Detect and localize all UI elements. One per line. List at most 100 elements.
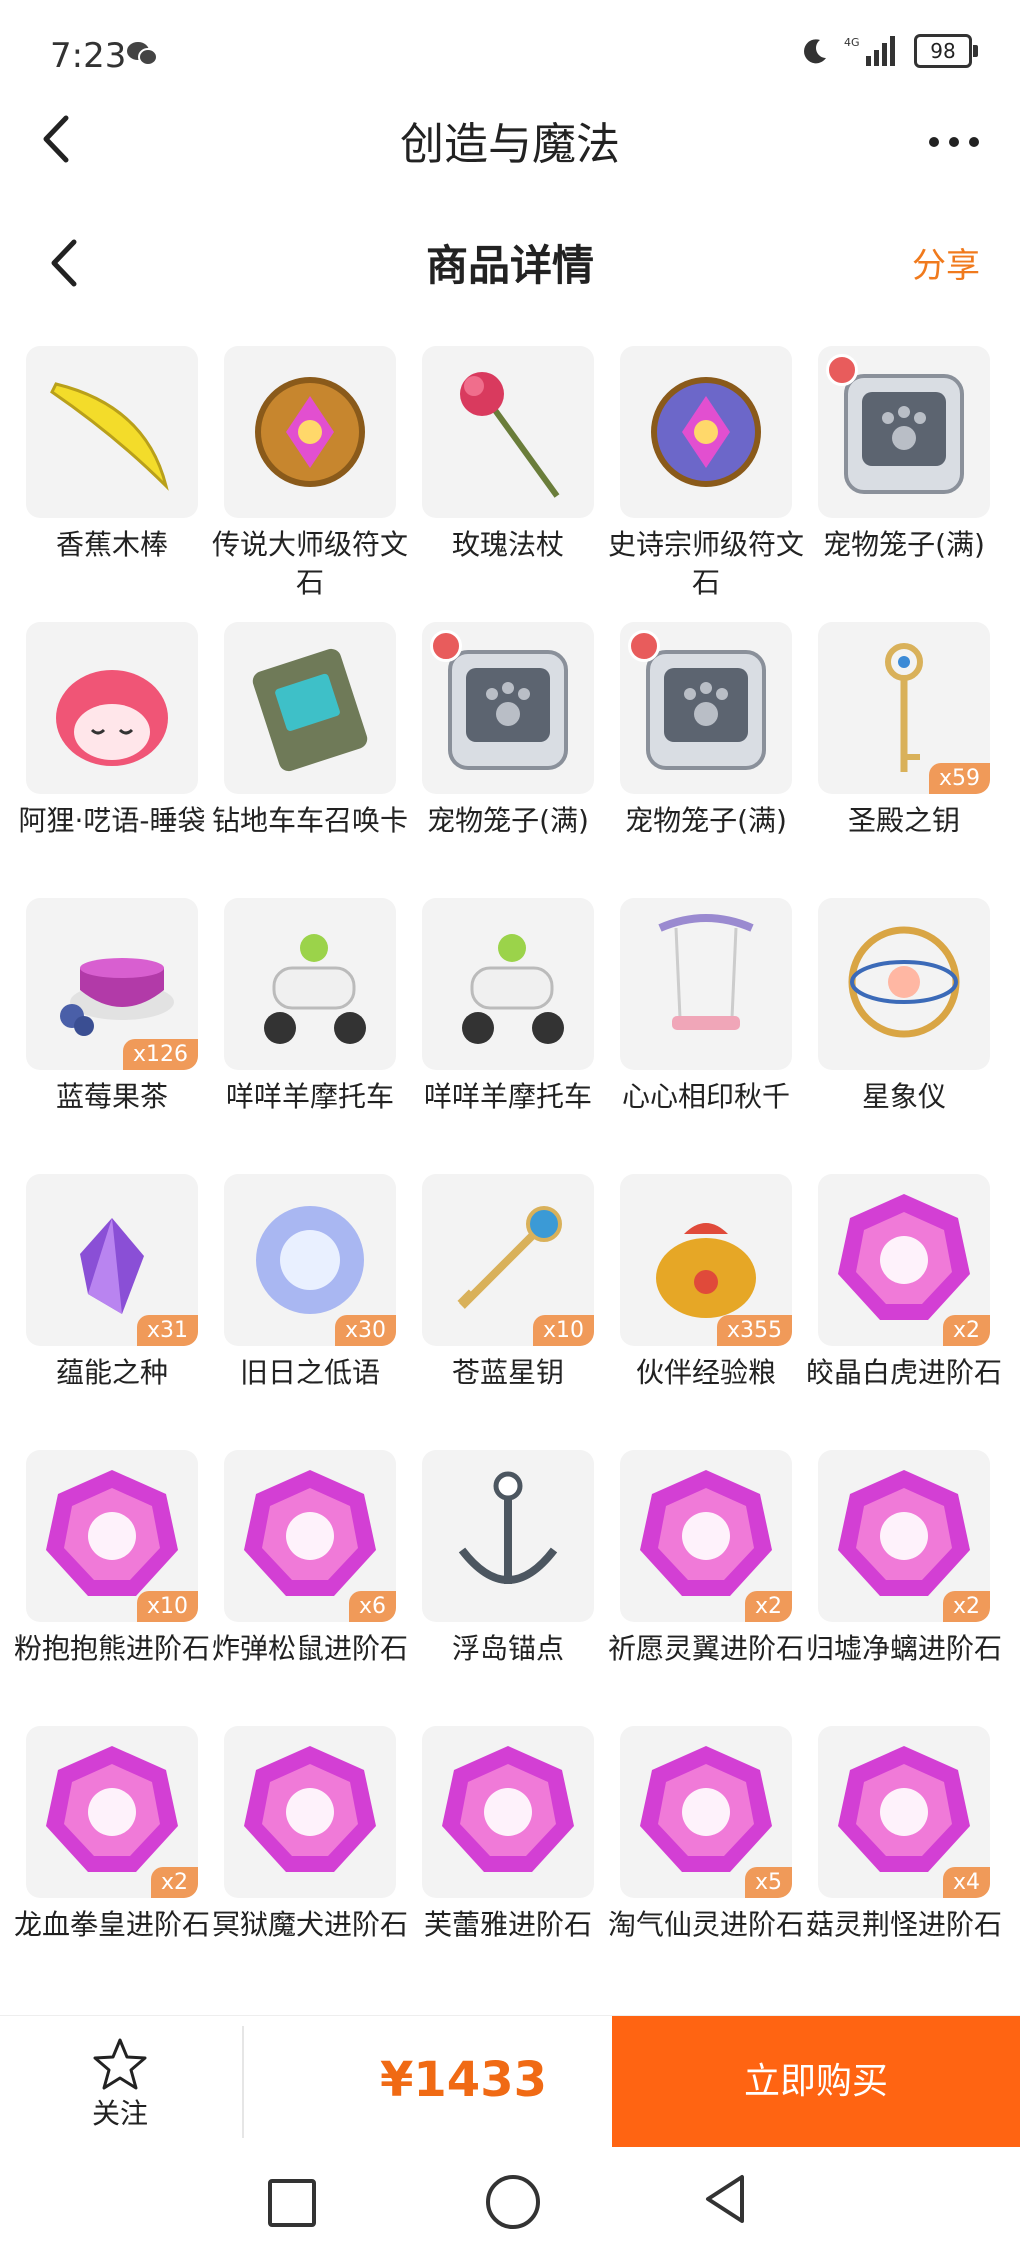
item-thumbnail: x2 [818,1174,990,1346]
quantity-badge: x30 [334,1315,396,1346]
grid-item[interactable]: 冥狱魔犬进阶石 [212,1726,408,1944]
grid-item[interactable]: 传说大师级符文石 [212,346,408,602]
quantity-badge: x355 [716,1315,792,1346]
astrolabe-icon [848,926,960,1038]
grid-item[interactable]: x59 圣殿之钥 [818,622,990,840]
grid-item[interactable]: 心心相印秋千 [620,898,792,1116]
paw-tag-icon [826,354,858,386]
grid-item[interactable]: 宠物笼子(满) [422,622,594,840]
item-name: 钻地车车召唤卡 [211,804,408,837]
grid-item[interactable]: 宠物笼子(满) [818,346,990,564]
grid-item[interactable]: x2 皎晶白虎进阶石 [806,1174,1002,1392]
grid-item[interactable]: 芙蕾雅进阶石 [422,1726,594,1944]
follow-button[interactable]: 关注 [60,2036,180,2132]
paw-tag-icon [628,630,660,662]
item-name: 旧日之低语 [239,1356,380,1389]
item-name: 浮岛锚点 [451,1632,564,1665]
grid-item[interactable]: x6 炸弹松鼠进阶石 [212,1450,408,1668]
item-name: 阿狸·呓语-睡袋 [18,804,206,837]
grid-item[interactable]: x126 蓝莓果茶 [26,898,198,1116]
item-name: 咩咩羊摩托车 [423,1080,592,1113]
item-thumbnail [818,346,990,518]
item-thumbnail [26,622,198,794]
item-name: 龙血拳皇进阶石 [13,1908,210,1941]
app-title: 创造与魔法 [400,119,620,170]
item-thumbnail: x10 [26,1450,198,1622]
rune-stone-icon [255,377,365,487]
quantity-badge: x10 [136,1591,198,1622]
item-thumbnail [224,346,396,518]
item-thumbnail: x2 [620,1450,792,1622]
item-thumbnail: x31 [26,1174,198,1346]
item-thumbnail: x59 [818,622,990,794]
item-thumbnail [422,898,594,1070]
divider [242,2026,244,2138]
item-thumbnail [26,346,198,518]
grid-item[interactable]: x10 粉抱抱熊进阶石 [14,1450,210,1668]
signal-icon: 4G [844,36,895,66]
grid-item[interactable]: 宠物笼子(满) [620,622,792,840]
item-name: 咩咩羊摩托车 [225,1080,394,1113]
item-thumbnail: x10 [422,1174,594,1346]
item-name: 粉抱抱熊进阶石 [13,1632,210,1665]
grid-item[interactable]: 玫瑰法杖 [422,346,594,564]
paw-tag-icon [430,630,462,662]
buy-now-button[interactable]: 立即购买 [612,2016,1020,2148]
recent-apps-icon[interactable] [268,2179,316,2227]
page-header: 商品详情 分享 [0,212,1020,312]
status-time: 7:23 [50,36,127,76]
item-name: 传说大师级符文石 [211,528,408,599]
item-name: 心心相印秋千 [621,1080,790,1113]
grid-item[interactable]: 浮岛锚点 [422,1450,594,1668]
item-name: 皎晶白虎进阶石 [805,1356,1002,1389]
nav-back-icon[interactable] [700,2171,750,2227]
app-bar: 创造与魔法 [0,90,1020,190]
item-name: 菇灵荆怪进阶石 [805,1908,1002,1941]
grid-item[interactable]: x2 祈愿灵翼进阶石 [608,1450,804,1668]
action-bar: 关注 ¥1433 立即购买 [0,2015,1020,2148]
grid-item[interactable]: 香蕉木棒 [26,346,198,564]
status-icons: 4G 98 [800,34,978,68]
swing-icon [658,914,754,1030]
share-button[interactable]: 分享 [912,238,980,287]
wechat-icon [127,42,158,66]
item-name: 香蕉木棒 [55,528,168,561]
grid-item[interactable]: 钻地车车召唤卡 [212,622,408,840]
item-name: 伙伴经验粮 [635,1356,776,1389]
grid-item[interactable]: x10 苍蓝星钥 [422,1174,594,1392]
item-thumbnail: x30 [224,1174,396,1346]
more-icon[interactable] [924,112,984,172]
grid-item[interactable]: 阿狸·呓语-睡袋 [18,622,206,840]
advance-stone-icon [244,1746,376,1872]
quantity-badge: x2 [150,1867,198,1898]
item-thumbnail [422,622,594,794]
item-name: 苍蓝星钥 [451,1356,564,1389]
item-thumbnail [224,898,396,1070]
item-thumbnail [620,622,792,794]
item-name: 祈愿灵翼进阶石 [607,1632,804,1665]
grid-item[interactable]: 星象仪 [818,898,990,1116]
grid-item[interactable]: x5 淘气仙灵进阶石 [608,1726,804,1944]
grid-item[interactable]: x2 归墟净螭进阶石 [806,1450,1002,1668]
advance-stone-icon [442,1746,574,1872]
grid-item[interactable]: x2 龙血拳皇进阶石 [14,1726,210,1944]
quantity-badge: x126 [122,1039,198,1070]
grid-item[interactable]: 咩咩羊摩托车 [224,898,396,1116]
grid-item[interactable]: x355 伙伴经验粮 [620,1174,792,1392]
grid-item[interactable]: x30 旧日之低语 [224,1174,396,1392]
grid-item[interactable]: 咩咩羊摩托车 [422,898,594,1116]
scooter-icon [264,934,366,1044]
item-thumbnail: x126 [26,898,198,1070]
price: ¥1433 [380,2052,547,2108]
grid-item[interactable]: x31 蕴能之种 [26,1174,198,1392]
rose-staff-icon [460,372,560,498]
item-thumbnail [422,1726,594,1898]
home-icon[interactable] [486,2175,540,2229]
scooter-icon [462,934,564,1044]
grid-item[interactable]: 史诗宗师级符文石 [608,346,804,602]
item-thumbnail: x2 [26,1726,198,1898]
item-thumbnail: x5 [620,1726,792,1898]
grid-item[interactable]: x4 菇灵荆怪进阶石 [806,1726,1002,1944]
item-thumbnail [620,898,792,1070]
item-thumbnail [224,622,396,794]
